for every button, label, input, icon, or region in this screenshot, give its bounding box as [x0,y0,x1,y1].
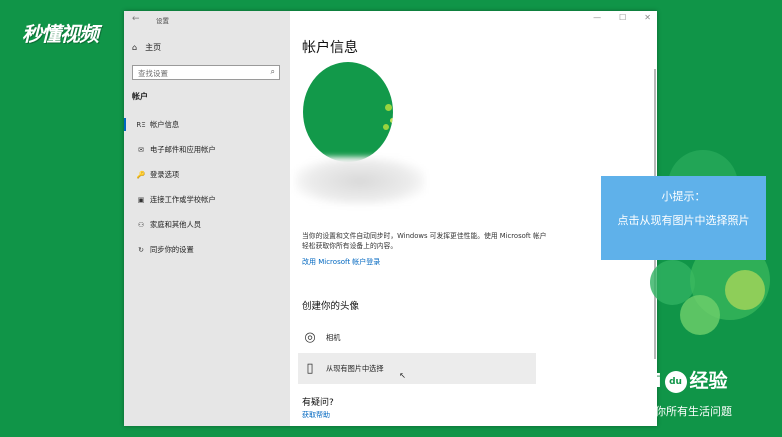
camera-icon: ◎ [304,330,316,345]
browse-picture-label: 从现有图片中选择 [326,363,384,373]
baidu-slogan: 你所有生活问题 [655,405,732,418]
sidebar-item-label: 同步你的设置 [150,244,194,254]
sidebar-item-label: 连接工作或学校帐户 [150,194,216,204]
window-title: 设置 [156,17,169,25]
tip-text: 点击从现有图片中选择照片 [617,214,750,227]
mouse-cursor-icon: ↖ [399,371,406,380]
sidebar-item-sync[interactable]: ↻ 同步你的设置 [124,237,290,262]
picture-file-icon: ▯ [306,361,314,376]
baidu-jingyan-logo: i du 经验 [655,366,728,393]
sync-icon: ↻ [138,245,144,254]
sidebar-item-work-school[interactable]: ▣ 连接工作或学校帐户 [124,187,290,212]
sidebar: ← 设置 ⌂ 主页 查找设置 ⌕ 帐户 RΞ 帐户信息 ✉ 电子邮件和应用帐户 … [124,11,290,426]
sidebar-item-family[interactable]: ⚇ 家庭和其他人员 [124,212,290,237]
blurred-account-name [295,157,425,205]
baidu-logo-right: 经验 [689,370,728,392]
baidu-logo-left: i [655,370,662,392]
sidebar-item-label: 家庭和其他人员 [150,219,202,229]
microsoft-account-link[interactable]: 改用 Microsoft 帐户登录 [302,257,380,267]
decorative-circle [680,295,720,335]
key-icon: 🔑 [136,170,146,179]
sync-description: 当你的设置和文件自动同步时，Windows 可发挥更佳性能。使用 Microso… [302,232,547,250]
sidebar-item-account-info[interactable]: RΞ 帐户信息 [124,112,290,137]
sidebar-section-heading: 帐户 [132,92,148,101]
sidebar-item-sign-in-options[interactable]: 🔑 登录选项 [124,162,290,187]
search-icon: ⌕ [270,67,275,76]
sidebar-nav: RΞ 帐户信息 ✉ 电子邮件和应用帐户 🔑 登录选项 ▣ 连接工作或学校帐户 ⚇… [124,112,290,262]
get-help-link[interactable]: 获取帮助 [302,410,330,420]
home-label: 主页 [145,43,162,52]
sidebar-item-email-accounts[interactable]: ✉ 电子邮件和应用帐户 [124,137,290,162]
mail-icon: ✉ [138,145,144,154]
sidebar-item-label: 登录选项 [150,169,180,179]
video-watermark-logo: 秒懂视频 [22,22,99,46]
settings-window: ← 设置 ⌂ 主页 查找设置 ⌕ 帐户 RΞ 帐户信息 ✉ 电子邮件和应用帐户 … [124,11,657,426]
sidebar-item-label: 帐户信息 [150,119,180,129]
avatar [303,62,393,162]
home-icon: ⌂ [132,43,138,52]
tip-title: 小提示： [661,190,706,203]
create-avatar-heading: 创建你的头像 [302,301,360,312]
sidebar-item-label: 电子邮件和应用帐户 [150,144,216,154]
sidebar-item-home[interactable]: ⌂ 主页 [132,42,161,53]
back-arrow-icon[interactable]: ← [132,14,140,24]
camera-label: 相机 [326,332,341,342]
paw-icon: du [664,370,687,393]
decorative-circle [725,270,765,310]
browse-picture-option[interactable]: ▯ 从现有图片中选择 ↖ [298,353,536,384]
questions-heading: 有疑问? [302,398,334,408]
person-icon: ⚇ [137,220,145,229]
settings-search-input[interactable]: 查找设置 ⌕ [132,65,280,80]
account-info-icon: RΞ [136,120,146,129]
page-title: 帐户信息 [302,40,358,56]
briefcase-icon: ▣ [137,195,145,204]
search-placeholder: 查找设置 [138,69,168,78]
tip-box: 小提示： 点击从现有图片中选择照片 [601,176,766,260]
camera-option[interactable]: ◎ 相机 [298,322,536,353]
